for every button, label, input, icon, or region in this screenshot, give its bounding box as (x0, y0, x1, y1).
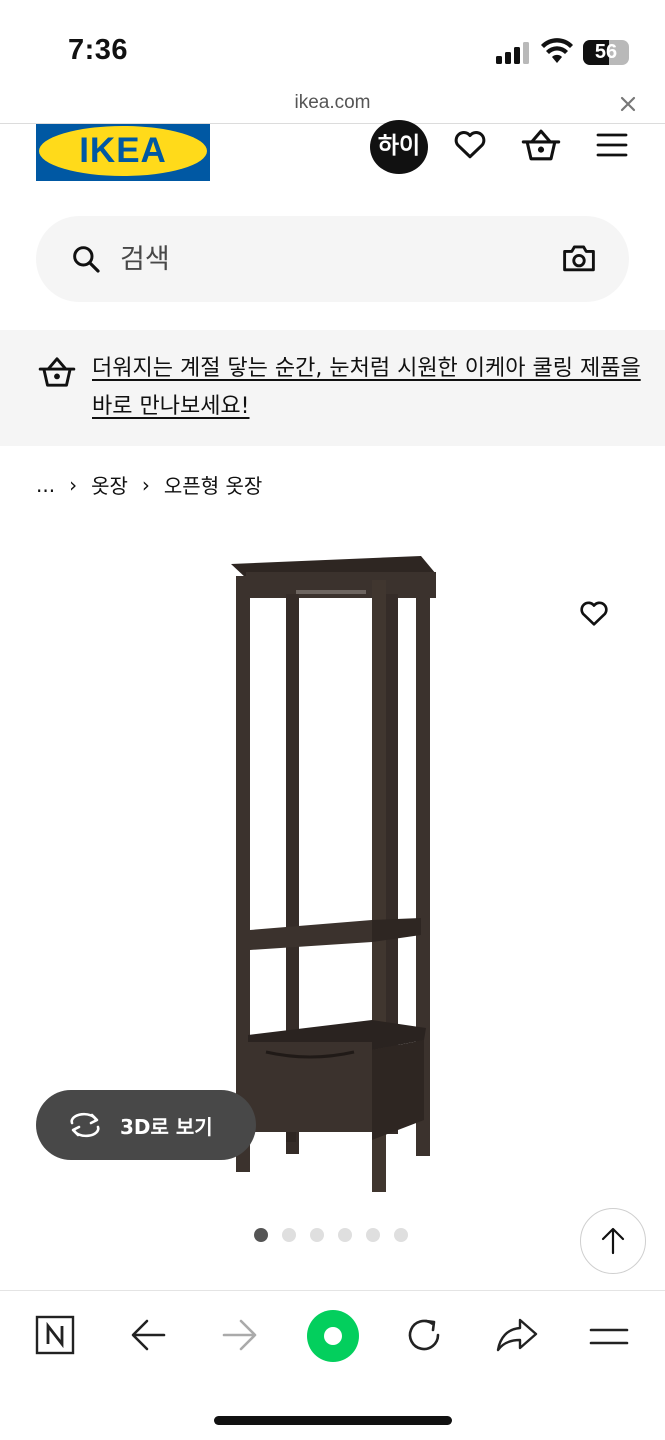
back-arrow-icon[interactable] (130, 1318, 166, 1352)
carousel-dot[interactable] (254, 1228, 268, 1242)
rotate-3d-icon (70, 1112, 100, 1138)
breadcrumb-item-wardrobe[interactable]: 옷장 (91, 470, 128, 499)
url-bar[interactable]: ikea.com (0, 88, 665, 124)
user-avatar[interactable]: 하이 (370, 120, 428, 174)
heart-icon[interactable] (452, 126, 488, 162)
wifi-icon (541, 38, 573, 63)
carousel-dot[interactable] (310, 1228, 324, 1242)
naver-icon[interactable] (35, 1315, 75, 1355)
scroll-to-top-button[interactable] (580, 1208, 646, 1274)
breadcrumb-ellipsis[interactable]: ... (36, 473, 55, 497)
breadcrumb-item-open-wardrobe[interactable]: 오픈형 옷장 (164, 470, 262, 499)
status-time: 7:36 (68, 34, 129, 66)
breadcrumb-separator: › (141, 472, 150, 497)
search-icon (73, 246, 100, 273)
green-dot-icon[interactable] (306, 1309, 360, 1363)
product-image[interactable] (226, 550, 446, 1200)
battery-level: 56 (594, 41, 618, 63)
search-bar[interactable] (36, 216, 629, 302)
breadcrumb-separator: › (69, 472, 78, 497)
share-icon[interactable] (496, 1317, 538, 1353)
carousel-dot[interactable] (394, 1228, 408, 1242)
search-input[interactable] (120, 238, 520, 280)
logo-text: IKEA (79, 131, 167, 170)
carousel-dot[interactable] (366, 1228, 380, 1242)
image-carousel-dots (254, 1228, 408, 1242)
carousel-dot[interactable] (282, 1228, 296, 1242)
signal-icon (496, 42, 532, 64)
breadcrumb: ... › 옷장 › 오픈형 옷장 (36, 470, 262, 499)
menu-icon[interactable] (596, 132, 628, 158)
basket-icon (38, 357, 76, 387)
home-indicator (214, 1416, 452, 1425)
status-bar: 7:36 56 (0, 0, 665, 88)
ikea-logo[interactable]: IKEA (36, 124, 210, 181)
battery-icon: 56 (583, 40, 629, 65)
view-3d-button[interactable]: 3D로 보기 (36, 1090, 256, 1160)
url-domain[interactable]: ikea.com (0, 92, 665, 114)
promo-banner[interactable]: 더워지는 계절 닿는 순간, 눈처럼 시원한 이케아 쿨링 제품을 바로 만나보… (0, 330, 665, 446)
close-icon[interactable] (618, 94, 638, 114)
basket-icon[interactable] (521, 126, 561, 164)
view-3d-label: 3D로 보기 (120, 1114, 213, 1139)
forward-arrow-icon[interactable] (222, 1318, 258, 1352)
carousel-dot[interactable] (338, 1228, 352, 1242)
reload-icon[interactable] (404, 1315, 444, 1355)
browser-menu-icon[interactable] (589, 1327, 629, 1347)
promo-banner-link[interactable]: 더워지는 계절 닿는 순간, 눈처럼 시원한 이케아 쿨링 제품을 바로 만나보… (92, 350, 642, 426)
arrow-up-icon (601, 1227, 625, 1255)
camera-icon[interactable] (562, 242, 596, 274)
add-to-wishlist-heart-icon[interactable] (577, 597, 611, 629)
